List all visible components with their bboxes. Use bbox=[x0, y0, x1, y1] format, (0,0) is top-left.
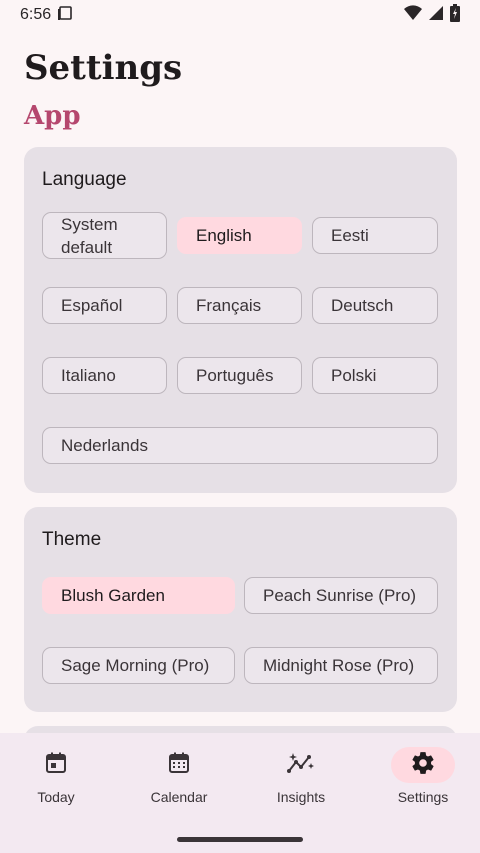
chip-label: Eesti bbox=[331, 226, 369, 245]
chip-label: System default bbox=[61, 214, 118, 257]
chip-label: Nederlands bbox=[61, 436, 148, 455]
language-chip-francais[interactable]: Français bbox=[177, 287, 302, 324]
status-bar: 6:56 bbox=[0, 0, 480, 30]
language-chip-espanol[interactable]: Español bbox=[42, 287, 167, 324]
language-chip-english[interactable]: English bbox=[177, 217, 302, 254]
nav-icon-container bbox=[24, 747, 88, 783]
section-title-app: App bbox=[24, 101, 81, 131]
insights-icon bbox=[287, 751, 315, 780]
chip-label: Blush Garden bbox=[61, 586, 165, 605]
language-chip-eesti[interactable]: Eesti bbox=[312, 217, 438, 254]
gear-icon bbox=[410, 750, 436, 781]
bottom-navigation: Today Calendar Insights Settings bbox=[0, 733, 480, 853]
language-chip-nederlands[interactable]: Nederlands bbox=[42, 427, 438, 464]
nav-label-settings: Settings bbox=[397, 789, 449, 805]
nav-icon-container bbox=[269, 747, 333, 783]
chip-label: Deutsch bbox=[331, 296, 394, 315]
language-chip-polski[interactable]: Polski bbox=[312, 357, 438, 394]
language-chip-italiano[interactable]: Italiano bbox=[42, 357, 167, 394]
cellular-signal-icon bbox=[428, 5, 444, 26]
home-indicator[interactable] bbox=[177, 837, 303, 842]
chip-label: Peach Sunrise (Pro) bbox=[263, 586, 417, 605]
page-title: Settings bbox=[24, 48, 183, 88]
nav-item-today[interactable]: Today bbox=[0, 747, 116, 817]
calendar-today-icon bbox=[44, 751, 68, 780]
language-card: Language System default English Eesti Es… bbox=[24, 147, 457, 493]
theme-chip-midnight-rose[interactable]: Midnight Rose (Pro) bbox=[244, 647, 438, 684]
theme-chip-peach-sunrise[interactable]: Peach Sunrise (Pro) bbox=[244, 577, 438, 614]
theme-chip-sage-morning[interactable]: Sage Morning (Pro) bbox=[42, 647, 235, 684]
chip-label: Français bbox=[196, 296, 262, 315]
nav-item-settings[interactable]: Settings bbox=[363, 747, 480, 817]
theme-chip-blush-garden[interactable]: Blush Garden bbox=[42, 577, 235, 614]
nav-icon-container bbox=[391, 747, 455, 783]
screenshot-notification-icon bbox=[57, 5, 73, 26]
chip-label: English bbox=[196, 226, 252, 245]
nav-label-insights: Insights bbox=[276, 789, 326, 805]
nav-item-insights[interactable]: Insights bbox=[241, 747, 361, 817]
nav-label-today: Today bbox=[37, 789, 75, 805]
chip-label: Italiano bbox=[61, 366, 116, 385]
language-chip-deutsch[interactable]: Deutsch bbox=[312, 287, 438, 324]
theme-title: Theme bbox=[42, 529, 102, 550]
nav-icon-container bbox=[147, 747, 211, 783]
nav-label-calendar: Calendar bbox=[150, 789, 208, 805]
chip-label: Polski bbox=[331, 366, 377, 385]
nav-item-calendar[interactable]: Calendar bbox=[119, 747, 239, 817]
wifi-icon bbox=[404, 4, 422, 26]
chip-label: Sage Morning (Pro) bbox=[61, 656, 210, 675]
theme-card: Theme Blush Garden Peach Sunrise (Pro) S… bbox=[24, 507, 457, 712]
calendar-month-icon bbox=[167, 751, 191, 780]
language-chip-system-default[interactable]: System default bbox=[42, 212, 167, 259]
status-time: 6:56 bbox=[20, 6, 52, 23]
chip-label: Português bbox=[196, 366, 274, 385]
language-chip-portugues[interactable]: Português bbox=[177, 357, 302, 394]
battery-icon bbox=[450, 3, 460, 27]
chip-label: Español bbox=[61, 296, 123, 315]
chip-label: Midnight Rose (Pro) bbox=[263, 656, 415, 675]
language-title: Language bbox=[42, 169, 127, 190]
